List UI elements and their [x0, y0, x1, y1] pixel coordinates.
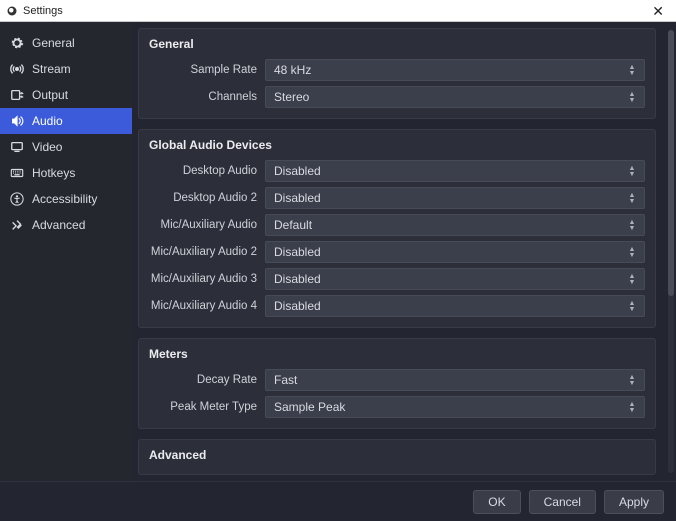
select-mic-aux[interactable]: Default ▲▼ [265, 214, 645, 236]
stepper-icon: ▲▼ [626, 301, 638, 312]
titlebar: Settings ✕ [0, 0, 676, 22]
sidebar-item-audio[interactable]: Audio [0, 108, 132, 134]
row-mic-aux-4: Mic/Auxiliary Audio 4 Disabled ▲▼ [149, 295, 645, 317]
apply-button[interactable]: Apply [604, 490, 664, 514]
select-sample-rate[interactable]: 48 kHz ▲▼ [265, 59, 645, 81]
sidebar-item-general[interactable]: General [0, 30, 132, 56]
sidebar-item-stream[interactable]: Stream [0, 56, 132, 82]
button-bar: OK Cancel Apply [0, 481, 676, 521]
sidebar-item-output[interactable]: Output [0, 82, 132, 108]
scrollbar-thumb[interactable] [668, 30, 674, 296]
gear-icon [10, 36, 24, 50]
select-value: Disabled [274, 272, 321, 286]
label-mic-aux-3: Mic/Auxiliary Audio 3 [149, 273, 265, 285]
stepper-icon: ▲▼ [626, 92, 638, 103]
hotkeys-icon [10, 166, 24, 180]
section-title: Global Audio Devices [149, 138, 645, 152]
sidebar-item-hotkeys[interactable]: Hotkeys [0, 160, 132, 186]
label-decay-rate: Decay Rate [149, 374, 265, 386]
stepper-icon: ▲▼ [626, 65, 638, 76]
output-icon [10, 88, 24, 102]
select-mic-aux-4[interactable]: Disabled ▲▼ [265, 295, 645, 317]
sidebar-item-label: Accessibility [32, 192, 97, 206]
select-peak-meter[interactable]: Sample Peak ▲▼ [265, 396, 645, 418]
select-mic-aux-2[interactable]: Disabled ▲▼ [265, 241, 645, 263]
window-title: Settings [23, 5, 646, 17]
section-general: General Sample Rate 48 kHz ▲▼ Channels S… [138, 28, 656, 119]
row-sample-rate: Sample Rate 48 kHz ▲▼ [149, 59, 645, 81]
select-value: Stereo [274, 90, 309, 104]
stepper-icon: ▲▼ [626, 220, 638, 231]
row-mic-aux-3: Mic/Auxiliary Audio 3 Disabled ▲▼ [149, 268, 645, 290]
section-meters: Meters Decay Rate Fast ▲▼ Peak Meter Typ… [138, 338, 656, 429]
select-desktop-audio-2[interactable]: Disabled ▲▼ [265, 187, 645, 209]
select-value: Disabled [274, 191, 321, 205]
close-icon[interactable]: ✕ [646, 4, 670, 18]
sidebar-item-accessibility[interactable]: Accessibility [0, 186, 132, 212]
sidebar-item-label: Advanced [32, 218, 85, 232]
settings-pane: General Sample Rate 48 kHz ▲▼ Channels S… [132, 22, 676, 481]
stepper-icon: ▲▼ [626, 193, 638, 204]
select-value: Default [274, 218, 312, 232]
video-icon [10, 140, 24, 154]
row-desktop-audio: Desktop Audio Disabled ▲▼ [149, 160, 645, 182]
label-desktop-audio-2: Desktop Audio 2 [149, 192, 265, 204]
row-peak-meter: Peak Meter Type Sample Peak ▲▼ [149, 396, 645, 418]
sidebar-item-label: Audio [32, 114, 63, 128]
row-desktop-audio-2: Desktop Audio 2 Disabled ▲▼ [149, 187, 645, 209]
sidebar-item-label: Output [32, 88, 68, 102]
label-desktop-audio: Desktop Audio [149, 165, 265, 177]
select-decay-rate[interactable]: Fast ▲▼ [265, 369, 645, 391]
stepper-icon: ▲▼ [626, 402, 638, 413]
select-mic-aux-3[interactable]: Disabled ▲▼ [265, 268, 645, 290]
select-value: Fast [274, 373, 297, 387]
sidebar-item-label: Hotkeys [32, 166, 75, 180]
stepper-icon: ▲▼ [626, 166, 638, 177]
label-mic-aux-4: Mic/Auxiliary Audio 4 [149, 300, 265, 312]
sidebar: General Stream Output Audio Video Hotkey… [0, 22, 132, 481]
row-channels: Channels Stereo ▲▼ [149, 86, 645, 108]
row-decay-rate: Decay Rate Fast ▲▼ [149, 369, 645, 391]
select-value: Disabled [274, 245, 321, 259]
section-devices: Global Audio Devices Desktop Audio Disab… [138, 129, 656, 328]
label-channels: Channels [149, 91, 265, 103]
stream-icon [10, 62, 24, 76]
audio-icon [10, 114, 24, 128]
accessibility-icon [10, 192, 24, 206]
sidebar-item-label: Stream [32, 62, 71, 76]
sidebar-item-advanced[interactable]: Advanced [0, 212, 132, 238]
label-mic-aux-2: Mic/Auxiliary Audio 2 [149, 246, 265, 258]
section-title: Meters [149, 347, 645, 361]
label-peak-meter: Peak Meter Type [149, 401, 265, 413]
label-mic-aux: Mic/Auxiliary Audio [149, 219, 265, 231]
ok-button[interactable]: OK [473, 490, 520, 514]
stepper-icon: ▲▼ [626, 375, 638, 386]
app-icon [6, 5, 18, 17]
select-value: Sample Peak [274, 400, 345, 414]
cancel-button[interactable]: Cancel [529, 490, 596, 514]
advanced-icon [10, 218, 24, 232]
stepper-icon: ▲▼ [626, 247, 638, 258]
select-value: 48 kHz [274, 63, 311, 77]
sidebar-item-video[interactable]: Video [0, 134, 132, 160]
stepper-icon: ▲▼ [626, 274, 638, 285]
section-title: Advanced [149, 448, 645, 462]
sidebar-item-label: General [32, 36, 75, 50]
select-desktop-audio[interactable]: Disabled ▲▼ [265, 160, 645, 182]
section-title: General [149, 37, 645, 51]
select-value: Disabled [274, 164, 321, 178]
scrollbar-track[interactable] [668, 30, 674, 473]
sidebar-item-label: Video [32, 140, 62, 154]
row-mic-aux: Mic/Auxiliary Audio Default ▲▼ [149, 214, 645, 236]
label-sample-rate: Sample Rate [149, 64, 265, 76]
row-mic-aux-2: Mic/Auxiliary Audio 2 Disabled ▲▼ [149, 241, 645, 263]
select-channels[interactable]: Stereo ▲▼ [265, 86, 645, 108]
select-value: Disabled [274, 299, 321, 313]
section-advanced: Advanced [138, 439, 656, 475]
